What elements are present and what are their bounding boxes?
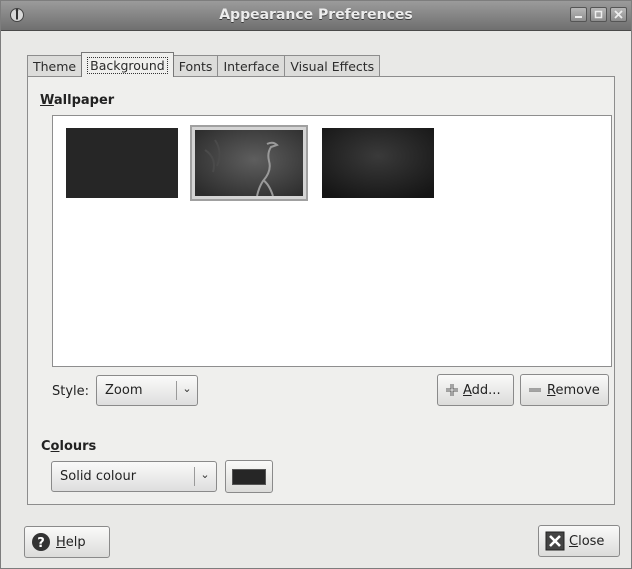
tab-interface-label: Interface [223,59,280,74]
help-button[interactable]: ? Help [24,526,110,558]
add-button-label: Add... [463,382,501,398]
tab-fonts-label: Fonts [178,59,213,74]
remove-button-label: Remove [547,382,600,398]
add-button[interactable]: Add... [437,374,514,406]
wallpaper-list[interactable] [52,115,612,367]
maximize-button[interactable] [590,7,607,22]
minimize-button[interactable] [570,7,587,22]
style-label: Style: [52,384,90,399]
window-title: Appearance Preferences [219,7,413,23]
colours-heading: Colours [41,439,97,454]
heron-wallpaper-image [195,130,303,196]
wallpaper-thumb-heron[interactable] [190,125,308,201]
dark-texture-wallpaper-image [322,128,434,198]
close-button[interactable]: Close [538,525,620,557]
colour-mode-combo[interactable]: Solid colour ⌄ [51,461,217,492]
colour-swatch [232,468,266,485]
help-button-label: Help [56,534,86,550]
wallpaper-thumb-dark-texture[interactable] [322,128,434,198]
tab-visual-effects[interactable]: Visual Effects [284,55,381,77]
wallpaper-heading: Wallpaper [40,93,115,108]
plus-icon [446,384,458,396]
tab-fonts[interactable]: Fonts [172,55,219,77]
help-icon: ? [32,533,50,551]
title-bar[interactable]: Appearance Preferences [1,1,631,31]
minimize-icon [575,16,582,18]
minus-icon [529,388,541,392]
colour-mode-value: Solid colour [60,469,137,484]
chevron-down-icon: ⌄ [200,468,210,481]
remove-button[interactable]: Remove [520,374,609,406]
chevron-down-icon: ⌄ [182,382,192,395]
svg-text:?: ? [37,536,45,551]
close-icon [614,10,623,19]
background-panel: Wallpaper Style: Zoom ⌄ Add... Remove Co… [27,76,615,505]
tab-visual-effects-label: Visual Effects [290,59,375,74]
colour-picker-button[interactable] [225,460,273,493]
style-value: Zoom [105,383,143,398]
tab-background-label: Background [87,56,168,74]
style-combo[interactable]: Zoom ⌄ [96,375,198,406]
close-button-label: Close [569,533,605,549]
window-close-button[interactable] [610,7,627,22]
appearance-preferences-window: Appearance Preferences Theme Background … [0,0,632,569]
close-icon [545,531,565,551]
wallpaper-thumb-dark-solid[interactable] [66,128,178,198]
tab-theme-label: Theme [33,59,77,74]
maximize-icon [594,10,603,19]
tab-interface[interactable]: Interface [217,55,286,77]
tab-theme[interactable]: Theme [27,55,83,77]
tab-background[interactable]: Background [81,52,174,77]
tab-bar: Theme Background Fonts Interface Visual … [27,51,381,77]
